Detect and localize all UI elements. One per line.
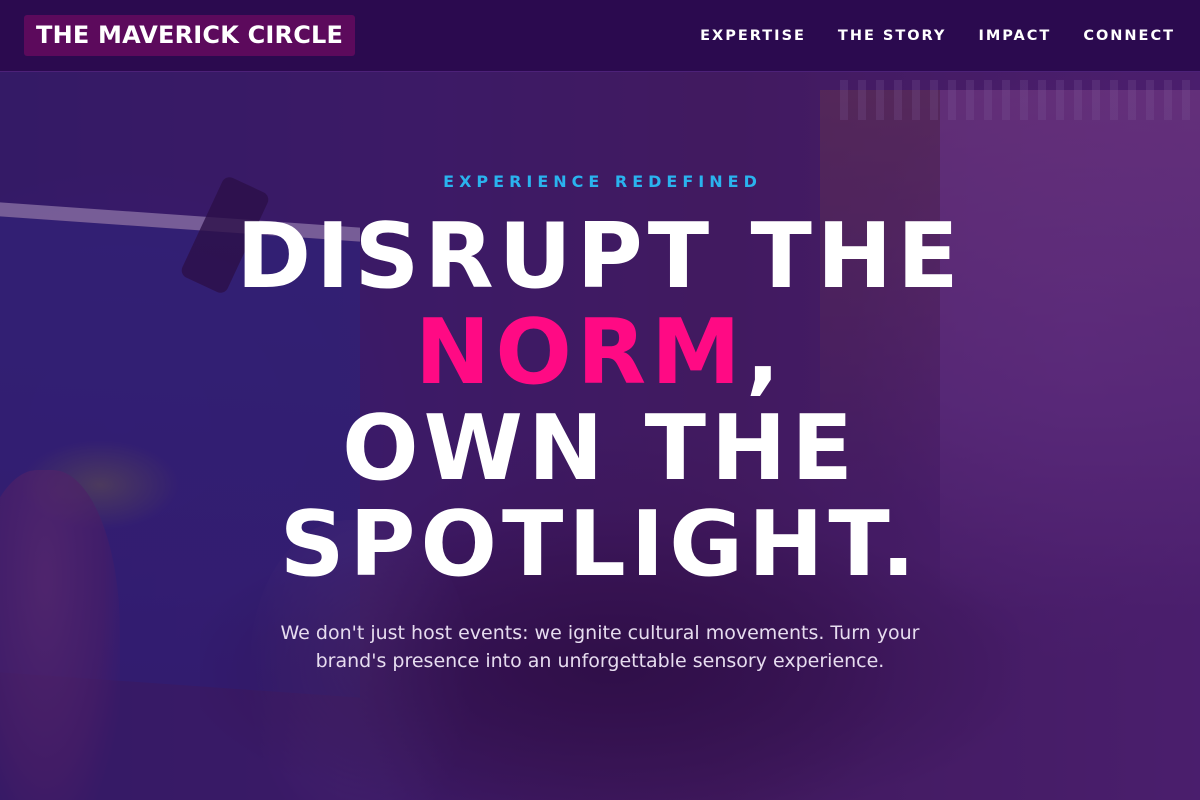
- headline-line-1: DISRUPT THE: [236, 204, 964, 309]
- hero-subtext: We don't just host events: we ignite cul…: [280, 622, 920, 672]
- hero-section: EXPERIENCE REDEFINED DISRUPT THE NORM, O…: [0, 172, 1200, 675]
- headline-line-3: OWN THE: [342, 396, 858, 501]
- headline-accent-word: NORM: [415, 300, 746, 405]
- hero-headline: DISRUPT THE NORM, OWN THE SPOTLIGHT.: [0, 209, 1200, 593]
- nav-link-the-story[interactable]: THE STORY: [838, 28, 947, 44]
- page: THE MAVERICK CIRCLE EXPERTISE THE STORY …: [0, 0, 1200, 800]
- headline-line-4: SPOTLIGHT.: [279, 492, 921, 597]
- hero-eyebrow: EXPERIENCE REDEFINED: [443, 172, 762, 191]
- nav-link-expertise[interactable]: EXPERTISE: [700, 28, 806, 44]
- nav-link-connect[interactable]: CONNECT: [1083, 28, 1175, 44]
- nav-link-impact[interactable]: IMPACT: [978, 28, 1051, 44]
- nav-menu: EXPERTISE THE STORY IMPACT CONNECT: [700, 28, 1175, 44]
- top-navbar: THE MAVERICK CIRCLE EXPERTISE THE STORY …: [0, 0, 1200, 72]
- site-logo[interactable]: THE MAVERICK CIRCLE: [24, 15, 356, 56]
- headline-accent-suffix: ,: [745, 300, 785, 405]
- headline-line-2: NORM,: [0, 305, 1200, 401]
